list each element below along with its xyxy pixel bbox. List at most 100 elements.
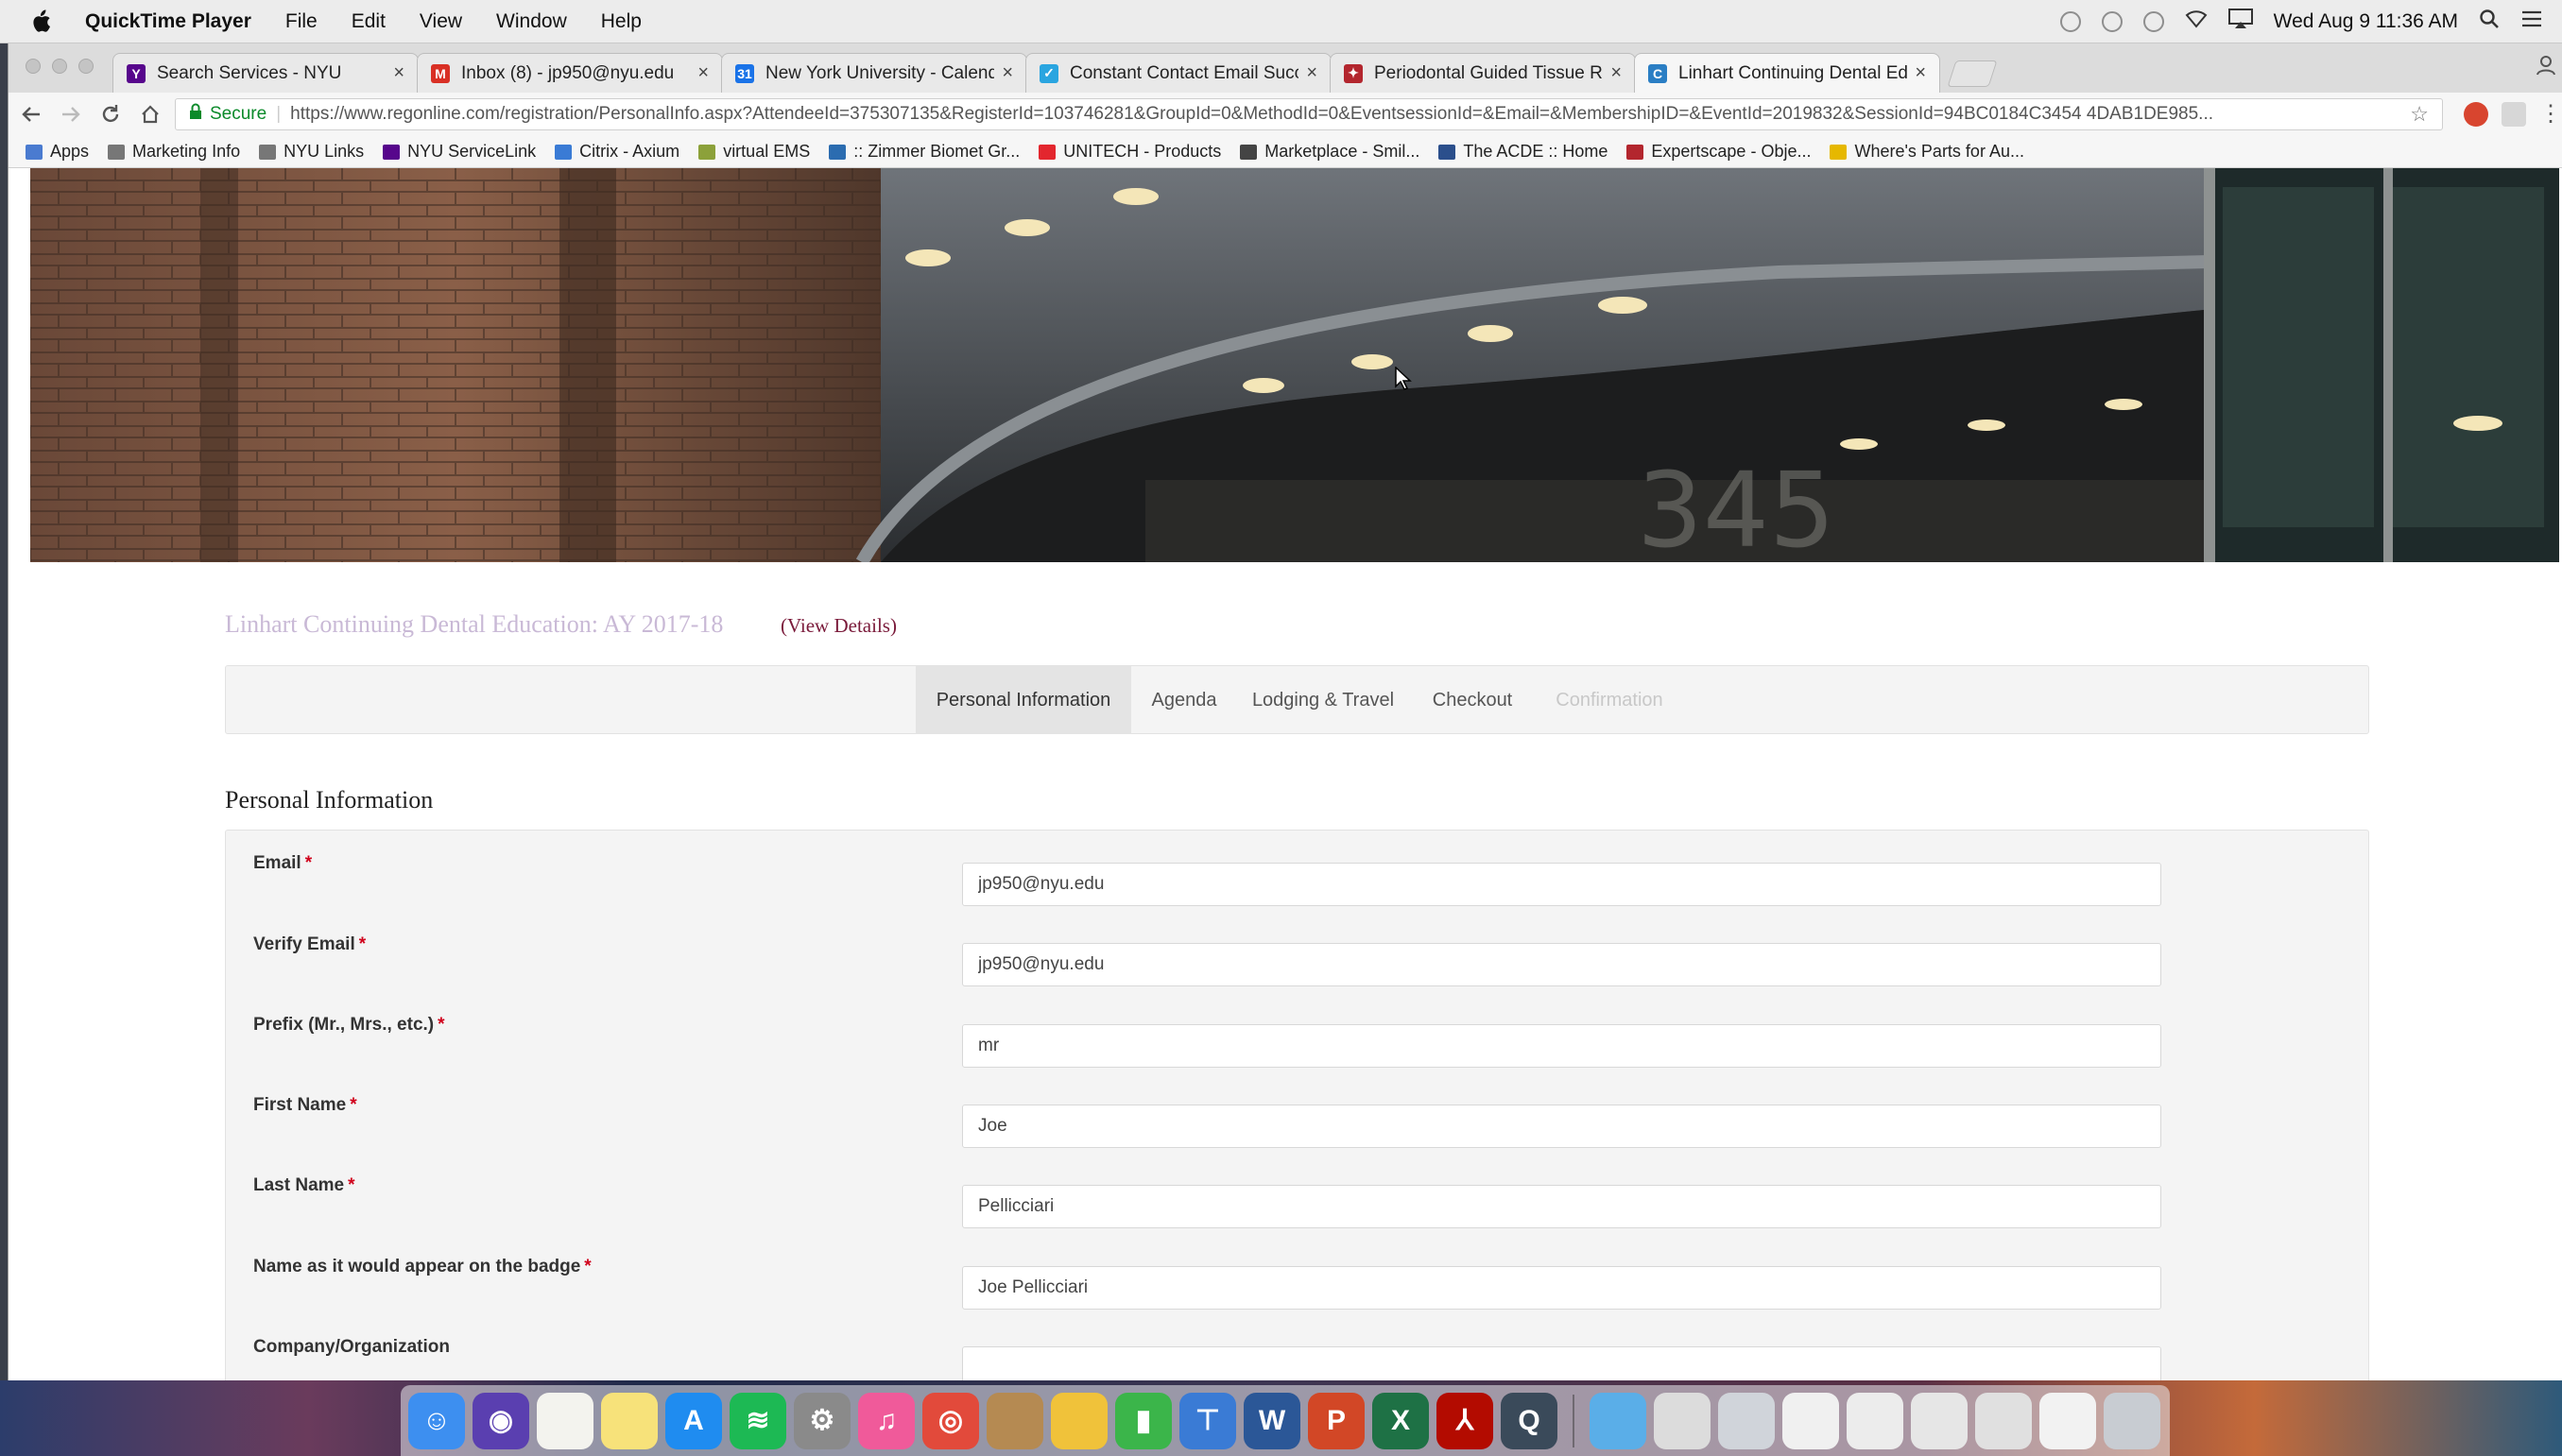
- bluetooth-icon[interactable]: [2142, 11, 2164, 32]
- bookmark-item[interactable]: Expertscape - Obje...: [1626, 142, 1811, 162]
- bookmark-item[interactable]: The ACDE :: Home: [1438, 142, 1608, 162]
- browser-tab[interactable]: ✦ Periodontal Guided Tissue Regeneration ×: [1330, 53, 1636, 93]
- notification-center-icon[interactable]: [2520, 9, 2543, 34]
- app-store-icon[interactable]: A: [665, 1392, 722, 1449]
- itunes-icon[interactable]: ♫: [858, 1392, 915, 1449]
- tab-close-icon[interactable]: ×: [393, 62, 404, 84]
- bookmark-item[interactable]: Citrix - Axium: [555, 142, 679, 162]
- step-checkout[interactable]: Checkout: [1411, 666, 1534, 734]
- window-zoom-button[interactable]: [78, 59, 94, 74]
- step-agenda[interactable]: Agenda: [1133, 666, 1235, 734]
- extension-icon[interactable]: [2464, 102, 2488, 127]
- tab-close-icon[interactable]: ×: [1002, 62, 1013, 84]
- browser-tab[interactable]: M Inbox (8) - jp950@nyu.edu ×: [417, 53, 723, 93]
- bookmark-item[interactable]: :: Zimmer Biomet Gr...: [829, 142, 1020, 162]
- trash-icon[interactable]: [2104, 1392, 2160, 1449]
- screenshot-stack-icon[interactable]: [1718, 1392, 1775, 1449]
- email-field[interactable]: [962, 863, 2161, 906]
- folder-icon: [259, 144, 277, 160]
- word-icon[interactable]: W: [1244, 1392, 1300, 1449]
- extension-2-icon[interactable]: [2502, 102, 2526, 127]
- badge-name-field[interactable]: [962, 1266, 2161, 1310]
- spotify-icon[interactable]: ≋: [730, 1392, 786, 1449]
- view-details-link[interactable]: (View Details): [781, 614, 897, 638]
- document-stack-icon[interactable]: [1654, 1392, 1711, 1449]
- bookmark-star-icon[interactable]: ☆: [2410, 102, 2429, 127]
- back-arrow-icon[interactable]: [14, 97, 48, 131]
- file-icon[interactable]: [1911, 1392, 1968, 1449]
- keynote-2-icon[interactable]: ⊤: [1179, 1392, 1236, 1449]
- airplay-icon[interactable]: [2227, 9, 2253, 35]
- macos-dock: ☺ ◉ A ≋ ⚙ ♫ ◎ ▮ ⊤ W P X ⅄ Q: [401, 1385, 2170, 1456]
- wifi-icon[interactable]: [2185, 9, 2208, 34]
- file-2-icon[interactable]: [1975, 1392, 2032, 1449]
- forward-arrow-icon[interactable]: [54, 97, 88, 131]
- excel-icon[interactable]: X: [1372, 1392, 1429, 1449]
- bookmark-item[interactable]: NYU ServiceLink: [383, 142, 536, 162]
- numbers-icon[interactable]: ▮: [1115, 1392, 1172, 1449]
- menu-edit[interactable]: Edit: [335, 10, 403, 33]
- siri-icon[interactable]: ◉: [473, 1392, 529, 1449]
- bookmark-item[interactable]: Where's Parts for Au...: [1830, 142, 2024, 162]
- bookmark-item[interactable]: Marketing Info: [108, 142, 240, 162]
- menu-window[interactable]: Window: [479, 10, 584, 33]
- contacts-icon[interactable]: [987, 1392, 1043, 1449]
- prefix-field[interactable]: [962, 1024, 2161, 1068]
- menu-bar-clock[interactable]: Wed Aug 9 11:36 AM: [2274, 10, 2458, 33]
- record-status-icon[interactable]: [2059, 11, 2081, 32]
- powerpoint-icon[interactable]: P: [1308, 1392, 1365, 1449]
- spotlight-search-icon[interactable]: [2479, 9, 2500, 35]
- tab-close-icon[interactable]: ×: [697, 62, 709, 84]
- last-name-label: Last Name *: [253, 1175, 355, 1195]
- tab-title: Inbox (8) - jp950@nyu.edu: [461, 62, 675, 83]
- downloads-folder-icon[interactable]: [1590, 1392, 1646, 1449]
- acrobat-icon[interactable]: ⅄: [1436, 1392, 1493, 1449]
- tab-close-icon[interactable]: ×: [1610, 62, 1622, 84]
- bookmark-item[interactable]: virtual EMS: [698, 142, 810, 162]
- bookmark-item[interactable]: NYU Links: [259, 142, 364, 162]
- finder-icon[interactable]: ☺: [408, 1392, 465, 1449]
- browser-tab[interactable]: Y Search Services - NYU ×: [112, 53, 419, 93]
- home-icon[interactable]: [133, 97, 167, 131]
- bookmark-item[interactable]: Apps: [26, 142, 89, 162]
- reload-icon[interactable]: [94, 97, 128, 131]
- document-icon[interactable]: [1782, 1392, 1839, 1449]
- keynote-icon[interactable]: [1051, 1392, 1108, 1449]
- app-menu-quicktime[interactable]: QuickTime Player: [76, 10, 268, 33]
- stickies-icon[interactable]: [601, 1392, 658, 1449]
- browser-tab[interactable]: ✓ Constant Contact Email Success ×: [1025, 53, 1332, 93]
- apple-menu-icon[interactable]: [25, 6, 57, 38]
- company-field[interactable]: [962, 1346, 2161, 1380]
- browser-tab[interactable]: 31 New York University - Calendar ×: [721, 53, 1027, 93]
- window-minimize-button[interactable]: [52, 59, 67, 74]
- tab-close-icon[interactable]: ×: [1915, 62, 1926, 84]
- step-lodging-travel[interactable]: Lodging & Travel: [1235, 666, 1411, 734]
- menu-view[interactable]: View: [403, 10, 479, 33]
- chrome-icon[interactable]: ◎: [922, 1392, 979, 1449]
- spreadsheet-icon[interactable]: [1847, 1392, 1903, 1449]
- quicktime-icon[interactable]: Q: [1501, 1392, 1557, 1449]
- bookmark-item[interactable]: UNITECH - Products: [1039, 142, 1221, 162]
- url-text[interactable]: https://www.regonline.com/registration/P…: [290, 104, 2410, 125]
- system-preferences-icon[interactable]: ⚙: [794, 1392, 851, 1449]
- profile-icon[interactable]: [2536, 55, 2556, 80]
- chrome-menu-icon[interactable]: ⋮: [2539, 100, 2562, 128]
- new-tab-button[interactable]: [1947, 60, 1998, 87]
- browser-tab[interactable]: C Linhart Continuing Dental Education ×: [1634, 53, 1940, 93]
- last-name-field[interactable]: [962, 1185, 2161, 1228]
- sync-status-icon[interactable]: [2101, 11, 2123, 32]
- menu-file[interactable]: File: [268, 10, 335, 33]
- step-personal-information[interactable]: Personal Information: [916, 666, 1131, 734]
- file-3-icon[interactable]: [2039, 1392, 2096, 1449]
- verify-email-field[interactable]: [962, 943, 2161, 986]
- step-confirmation: Confirmation: [1556, 689, 1663, 711]
- notes-icon[interactable]: [537, 1392, 593, 1449]
- bookmark-item[interactable]: Marketplace - Smil...: [1240, 142, 1419, 162]
- menu-help[interactable]: Help: [584, 10, 659, 33]
- personal-info-form: Email* Verify Email* Prefix (Mr., Mrs., …: [225, 830, 2369, 1380]
- address-bar[interactable]: Secure | https://www.regonline.com/regis…: [175, 98, 2443, 130]
- lock-icon: [189, 103, 202, 126]
- first-name-field[interactable]: [962, 1105, 2161, 1148]
- tab-close-icon[interactable]: ×: [1306, 62, 1317, 84]
- window-close-button[interactable]: [26, 59, 41, 74]
